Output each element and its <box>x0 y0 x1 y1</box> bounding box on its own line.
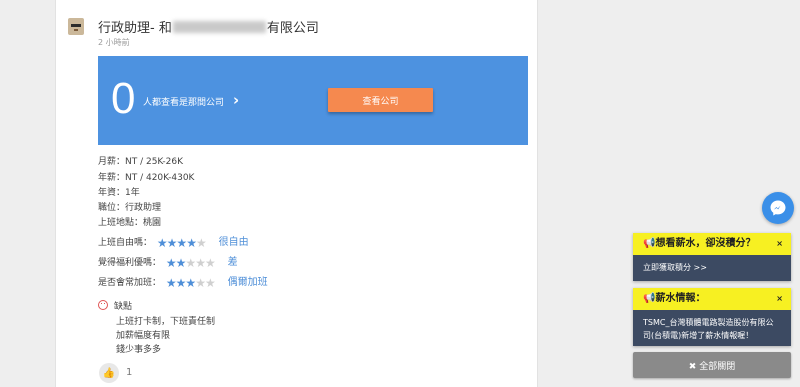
star-filled-icon: ★ <box>156 236 168 250</box>
location: 上班地點：桃園 <box>98 218 162 228</box>
close-all-button[interactable]: ✖ 全部關閉 <box>633 352 791 378</box>
monthly-salary: 月薪：NT / 25K-26K <box>98 157 183 167</box>
megaphone-icon: 📢 <box>643 293 656 304</box>
cons-item: 加薪幅度有限 <box>116 331 171 341</box>
star-empty-icon: ★ <box>185 256 196 270</box>
rating-overtime: 是否會常加班： ★★★★★ 偶爾加班 <box>98 273 268 290</box>
star-filled-icon: ★ <box>166 236 178 250</box>
star-empty-icon: ★ <box>204 276 216 290</box>
rating-text: 差 <box>227 257 238 268</box>
star-filled-icon: ★ <box>185 276 196 290</box>
rating-label: 上班自由嗎： <box>98 238 153 248</box>
notification-body[interactable]: TSMC_台灣積體電路製造股份有限公司(台積電)新增了薪水情報喔！ <box>633 310 791 348</box>
viewer-count: 0 <box>111 74 136 123</box>
star-filled-icon: ★ <box>165 276 177 290</box>
close-icon[interactable]: × <box>776 233 783 255</box>
notification-salary-info[interactable]: 📢薪水情報： × TSMC_台灣積體電路製造股份有限公司(台積電)新增了薪水情報… <box>633 288 791 346</box>
view-company-banner: 0 人都查看是那間公司 › 查看公司 <box>98 56 528 145</box>
rating-label: 是否會常加班： <box>98 278 162 288</box>
rating-stars: ★★★★★ <box>156 236 207 250</box>
notification-points[interactable]: 📢想看薪水，卻沒積分？ × 立即獲取積分 >> <box>633 233 791 281</box>
star-empty-icon: ★ <box>204 256 216 270</box>
close-icon[interactable]: × <box>776 288 783 310</box>
messenger-button[interactable] <box>762 192 794 224</box>
star-empty-icon: ★ <box>195 276 206 290</box>
company-prefix: - 和 <box>150 21 172 36</box>
annual-salary: 年薪：NT / 420K-430K <box>98 173 195 183</box>
star-empty-icon: ★ <box>195 256 206 270</box>
notification-header: 📢薪水情報： × <box>633 288 791 310</box>
post-title[interactable]: 行政助理- 和 有限公司 <box>98 17 319 36</box>
page: 行政助理- 和 有限公司 2 小時前 0 人都查看是那間公司 › 查看公司 月薪：… <box>0 0 800 387</box>
job-title: 行政助理 <box>98 21 151 36</box>
cons-item: 錢少事多多 <box>116 345 162 355</box>
viewer-count-text: 人都查看是那間公司 <box>143 98 225 108</box>
cons-heading-label: 缺點 <box>114 302 133 312</box>
star-filled-icon: ★ <box>176 236 187 250</box>
seniority: 年資：1年 <box>98 188 140 198</box>
megaphone-icon: 📢 <box>643 238 656 249</box>
star-filled-icon: ★ <box>186 236 197 250</box>
notification-title: 薪水情報： <box>655 293 706 304</box>
cons-heading: 缺點 <box>98 299 132 312</box>
rating-stars: ★★★★★ <box>165 276 216 290</box>
thumbs-up-icon[interactable]: 👍 <box>99 363 119 383</box>
notification-header: 📢想看薪水，卻沒積分？ × <box>633 233 791 255</box>
rating-text: 很自由 <box>218 237 249 248</box>
rating-stars: ★★★★★ <box>165 256 216 270</box>
avatar <box>68 18 84 35</box>
star-filled-icon: ★ <box>175 276 187 290</box>
rating-benefits: 覺得福利優嗎： ★★★★★ 差 <box>98 253 238 270</box>
rating-text: 偶爾加班 <box>227 277 268 288</box>
star-filled-icon: ★ <box>175 256 187 270</box>
rating-label: 覺得福利優嗎： <box>98 258 162 268</box>
salary-post-card: 行政助理- 和 有限公司 2 小時前 0 人都查看是那間公司 › 查看公司 月薪：… <box>55 0 538 387</box>
star-empty-icon: ★ <box>195 236 207 250</box>
notification-body[interactable]: 立即獲取積分 >> <box>633 255 791 280</box>
like-count: 1 <box>126 367 133 378</box>
star-filled-icon: ★ <box>165 256 177 270</box>
messenger-icon <box>770 200 786 216</box>
notification-title: 想看薪水，卻沒積分？ <box>655 238 756 249</box>
blurred-company-name <box>172 21 266 33</box>
view-company-button[interactable]: 查看公司 <box>328 88 433 112</box>
post-time: 2 小時前 <box>98 38 130 47</box>
cons-item: 上班打卡制，下班責任制 <box>116 317 216 327</box>
rating-freedom: 上班自由嗎： ★★★★★ 很自由 <box>98 233 249 250</box>
company-suffix: 有限公司 <box>266 21 319 36</box>
position: 職位：行政助理 <box>98 203 162 213</box>
chevron-right-icon[interactable]: › <box>233 91 239 109</box>
sad-face-icon <box>98 300 108 310</box>
